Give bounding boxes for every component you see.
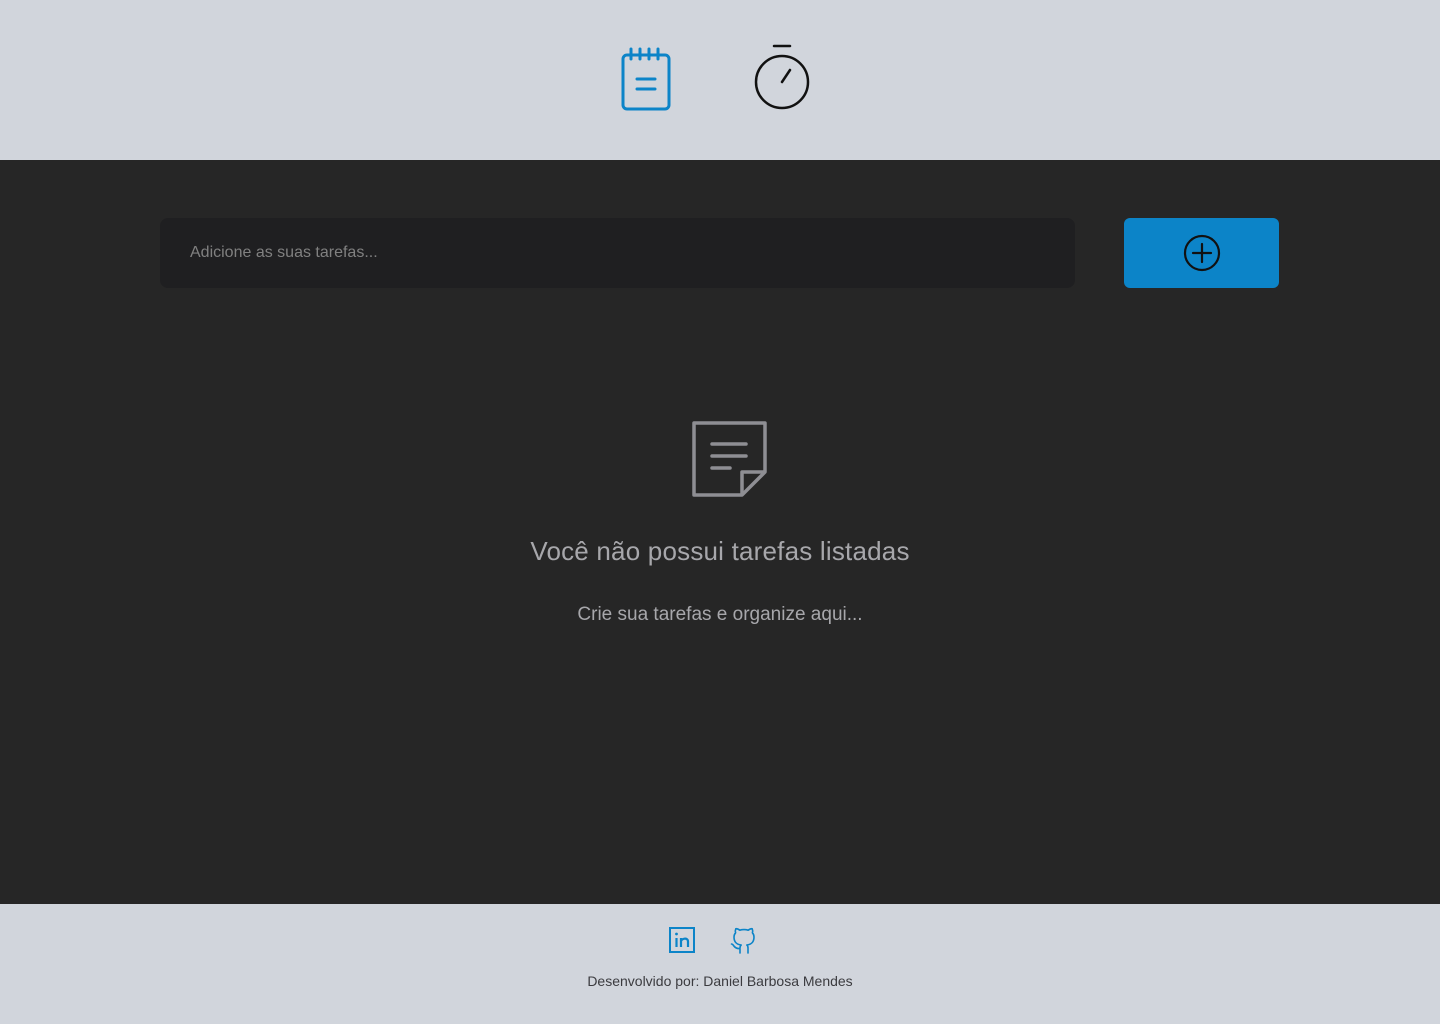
header (0, 0, 1440, 160)
footer: Desenvolvido por: Daniel Barbosa Mendes (0, 904, 1440, 1024)
task-panel: Você não possui tarefas listadas Crie su… (0, 160, 1440, 904)
add-task-button[interactable] (1124, 218, 1279, 288)
empty-state-subtitle: Crie sua tarefas e organize aqui... (577, 604, 863, 625)
linkedin-icon (669, 927, 695, 953)
empty-state-title: Você não possui tarefas listadas (530, 536, 910, 566)
plus-circle-icon (1183, 234, 1220, 272)
timer-icon (754, 44, 810, 110)
credits-text: Desenvolvido por: Daniel Barbosa Mendes (587, 973, 853, 989)
linkedin-link[interactable] (666, 924, 698, 956)
github-icon (730, 927, 755, 954)
github-link[interactable] (728, 924, 760, 956)
note-icon (692, 421, 767, 497)
notepad-icon (621, 47, 671, 111)
task-input[interactable] (160, 218, 1075, 288)
nav-timer-button[interactable] (748, 40, 816, 116)
nav-notes-button[interactable] (614, 44, 678, 116)
